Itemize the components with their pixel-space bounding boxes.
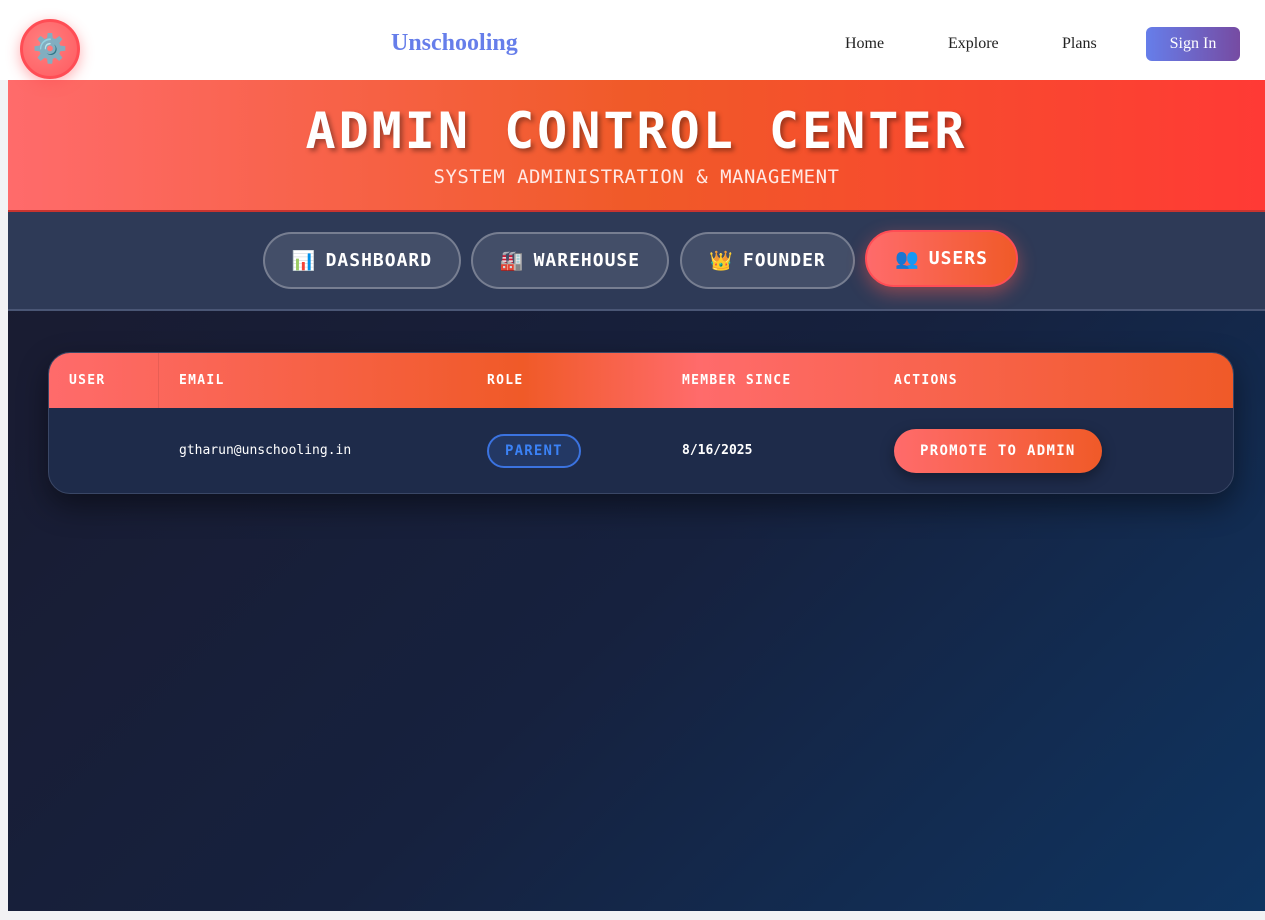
admin-panel: ADMIN CONTROL CENTER SYSTEM ADMINISTRATI… bbox=[8, 80, 1265, 911]
nav-link-explore[interactable]: Explore bbox=[948, 35, 999, 53]
promote-to-admin-button[interactable]: PROMOTE TO ADMIN bbox=[894, 428, 1102, 473]
column-header-user: USER bbox=[49, 353, 159, 408]
cell-role: PARENT bbox=[467, 408, 662, 493]
tab-label: DASHBOARD bbox=[325, 250, 433, 271]
admin-tabs-bar: 📊 DASHBOARD 🏭 WAREHOUSE 👑 FOUNDER 👥 USER… bbox=[8, 212, 1265, 311]
tab-founder[interactable]: 👑 FOUNDER bbox=[680, 232, 855, 289]
table-header: USER EMAIL ROLE MEMBER SINCE ACTIONS bbox=[49, 353, 1233, 408]
cell-email: gtharun@unschooling.in bbox=[179, 443, 352, 458]
gear-icon: ⚙️ bbox=[32, 32, 68, 65]
page-subtitle: SYSTEM ADMINISTRATION & MANAGEMENT bbox=[433, 166, 840, 188]
factory-icon: 🏭 bbox=[499, 250, 525, 272]
brand-logo[interactable]: Unschooling bbox=[391, 30, 518, 57]
tab-dashboard[interactable]: 📊 DASHBOARD bbox=[263, 232, 461, 289]
tab-label: WAREHOUSE bbox=[533, 250, 641, 271]
column-header-member-since: MEMBER SINCE bbox=[682, 373, 792, 388]
tab-users[interactable]: 👥 USERS bbox=[865, 230, 1018, 287]
admin-hero-banner: ADMIN CONTROL CENTER SYSTEM ADMINISTRATI… bbox=[8, 80, 1265, 212]
bar-chart-icon: 📊 bbox=[291, 250, 317, 272]
users-icon: 👥 bbox=[895, 248, 920, 270]
tab-label: FOUNDER bbox=[742, 250, 826, 271]
cell-actions: PROMOTE TO ADMIN bbox=[874, 408, 1233, 493]
users-table-card: USER EMAIL ROLE MEMBER SINCE ACTIONS gth… bbox=[48, 352, 1234, 494]
role-badge: PARENT bbox=[487, 433, 581, 468]
tab-warehouse[interactable]: 🏭 WAREHOUSE bbox=[471, 232, 669, 289]
column-header-actions: ACTIONS bbox=[894, 373, 958, 388]
column-header-role: ROLE bbox=[487, 373, 524, 388]
sign-in-button[interactable]: Sign In bbox=[1146, 27, 1240, 61]
page-title: ADMIN CONTROL CENTER bbox=[305, 102, 968, 160]
tab-label: USERS bbox=[928, 248, 988, 269]
column-header-email: EMAIL bbox=[179, 373, 225, 388]
crown-icon: 👑 bbox=[709, 250, 734, 272]
top-navbar: ⚙️ Unschooling Home Explore Plans Sign I… bbox=[0, 0, 1265, 80]
settings-gear-button[interactable]: ⚙️ bbox=[20, 19, 80, 79]
cell-user bbox=[49, 408, 159, 493]
nav-link-home[interactable]: Home bbox=[845, 35, 884, 53]
cell-member-since: 8/16/2025 bbox=[682, 443, 753, 458]
nav-link-plans[interactable]: Plans bbox=[1062, 35, 1097, 53]
